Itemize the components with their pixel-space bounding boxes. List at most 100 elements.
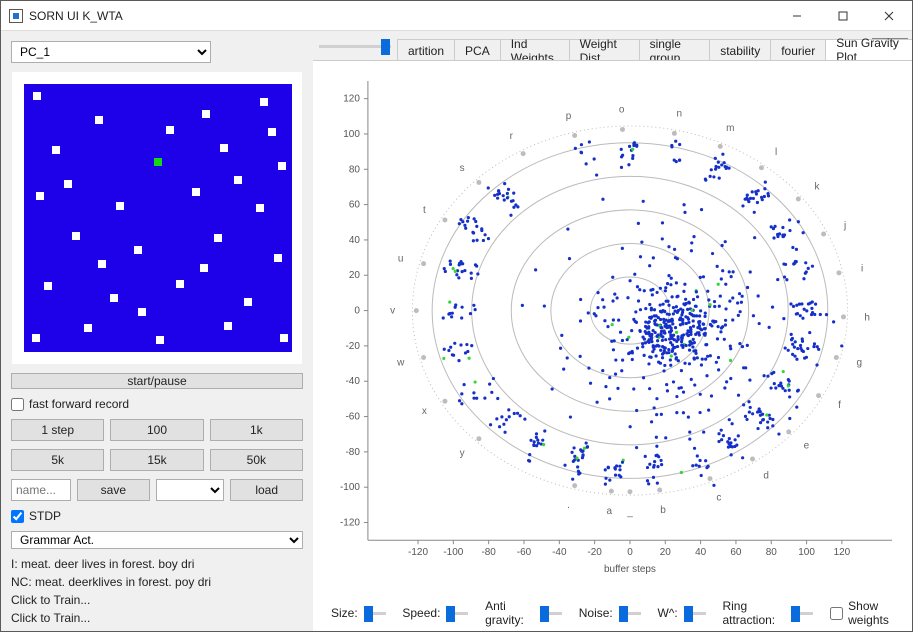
tab-fourier[interactable]: fourier xyxy=(770,39,826,60)
tab-artition[interactable]: artition xyxy=(397,39,455,60)
svg-text:v: v xyxy=(390,306,395,317)
mini-slider[interactable] xyxy=(540,612,562,615)
svg-text:y: y xyxy=(460,448,465,459)
show-weights-row[interactable]: Show weights xyxy=(830,599,902,627)
svg-text:t: t xyxy=(423,205,426,216)
tab-ind-weights[interactable]: Ind Weights xyxy=(500,39,570,60)
canvas-pixel xyxy=(268,128,276,136)
canvas-pixel xyxy=(36,192,44,200)
svg-text:-40: -40 xyxy=(552,547,567,558)
svg-text:120: 120 xyxy=(834,547,851,558)
svg-text:-40: -40 xyxy=(345,376,360,387)
status-lines: I: meat. deer lives in forest. boy driNC… xyxy=(11,557,303,625)
plot-area: -120-100-80-60-40-20020406080100120-120-… xyxy=(313,61,912,601)
canvas-pixel xyxy=(202,110,210,118)
ffwd-checkbox[interactable] xyxy=(11,398,24,411)
svg-text:u: u xyxy=(398,253,404,264)
svg-text:-60: -60 xyxy=(517,547,532,558)
control-label: Ring attraction: xyxy=(722,599,785,627)
step-button-1step[interactable]: 1 step xyxy=(11,419,104,441)
svg-text:.: . xyxy=(567,500,570,511)
canvas-pixel xyxy=(154,158,162,166)
tab-sun-gravity-plot[interactable]: Sun Gravity Plot xyxy=(825,39,912,60)
show-weights-checkbox[interactable] xyxy=(830,607,843,620)
svg-text:20: 20 xyxy=(349,270,361,281)
tab-weight-dist-[interactable]: Weight Dist. xyxy=(569,39,640,60)
svg-text:p: p xyxy=(566,111,572,122)
load-select[interactable] xyxy=(156,479,225,501)
canvas-pixel xyxy=(192,188,200,196)
control-label: Noise: xyxy=(579,606,613,620)
svg-text:120: 120 xyxy=(343,94,360,105)
minimize-button[interactable] xyxy=(774,1,820,31)
mini-slider[interactable] xyxy=(684,612,706,615)
canvas-pixel xyxy=(274,254,282,262)
svg-text:-60: -60 xyxy=(345,412,360,423)
titlebar: SORN UI K_WTA xyxy=(1,1,912,31)
activity-canvas xyxy=(24,84,292,352)
mini-slider[interactable] xyxy=(619,612,641,615)
step-button-15k[interactable]: 15k xyxy=(110,449,203,471)
activity-canvas-wrap xyxy=(11,71,303,365)
svg-text:0: 0 xyxy=(354,306,360,317)
svg-text:d: d xyxy=(763,471,769,482)
step-button-1k[interactable]: 1k xyxy=(210,419,303,441)
canvas-pixel xyxy=(52,146,60,154)
canvas-pixel xyxy=(33,92,41,100)
canvas-pixel xyxy=(278,162,286,170)
close-button[interactable] xyxy=(866,1,912,31)
canvas-pixel xyxy=(95,116,103,124)
save-button[interactable]: save xyxy=(77,479,150,501)
tab-single-group[interactable]: single group xyxy=(639,39,711,60)
stdp-checkbox[interactable] xyxy=(11,510,24,523)
svg-text:40: 40 xyxy=(349,235,361,246)
control-label: Speed: xyxy=(402,606,440,620)
ffwd-row[interactable]: fast forward record xyxy=(11,397,303,411)
canvas-pixel xyxy=(256,204,264,212)
step-button-5k[interactable]: 5k xyxy=(11,449,104,471)
canvas-pixel xyxy=(98,260,106,268)
canvas-pixel xyxy=(134,246,142,254)
canvas-pixel xyxy=(214,234,222,242)
step-button-100[interactable]: 100 xyxy=(110,419,203,441)
svg-text:e: e xyxy=(804,440,810,451)
maximize-button[interactable] xyxy=(820,1,866,31)
tab-strip: artitionPCAInd WeightsWeight Dist.single… xyxy=(313,31,912,61)
svg-text:100: 100 xyxy=(343,129,360,140)
svg-text:60: 60 xyxy=(349,200,361,211)
load-button[interactable]: load xyxy=(230,479,303,501)
top-slider[interactable] xyxy=(319,36,391,56)
canvas-pixel xyxy=(220,144,228,152)
mini-slider[interactable] xyxy=(791,612,813,615)
step-button-50k[interactable]: 50k xyxy=(210,449,303,471)
mini-slider[interactable] xyxy=(446,612,468,615)
sun-gravity-plot: -120-100-80-60-40-20020406080100120-120-… xyxy=(313,61,912,590)
canvas-pixel xyxy=(260,98,268,106)
pc-select[interactable]: PC_1 xyxy=(11,41,211,63)
canvas-pixel xyxy=(166,126,174,134)
ffwd-label: fast forward record xyxy=(29,397,129,411)
app-icon xyxy=(9,9,23,23)
tab-pca[interactable]: PCA xyxy=(454,39,501,60)
right-panel: artitionPCAInd WeightsWeight Dist.single… xyxy=(313,31,912,631)
svg-text:20: 20 xyxy=(660,547,672,558)
name-input[interactable] xyxy=(11,479,71,501)
canvas-pixel xyxy=(234,176,242,184)
start-pause-button[interactable]: start/pause xyxy=(11,373,303,389)
canvas-pixel xyxy=(224,322,232,330)
tab-stability[interactable]: stability xyxy=(709,39,771,60)
svg-text:0: 0 xyxy=(627,547,633,558)
status-line[interactable]: Click to Train... xyxy=(11,611,303,625)
svg-text:a: a xyxy=(606,506,612,517)
status-line: I: meat. deer lives in forest. boy dri xyxy=(11,557,303,571)
mini-slider[interactable] xyxy=(364,612,386,615)
status-line[interactable]: Click to Train... xyxy=(11,593,303,607)
stdp-row[interactable]: STDP xyxy=(11,509,303,523)
svg-text:-80: -80 xyxy=(345,447,360,458)
bottom-controls: Size:Speed:Anti gravity:Noise:W^:Ring at… xyxy=(313,601,912,631)
svg-text:-100: -100 xyxy=(340,482,360,493)
grammar-select[interactable]: Grammar Act. xyxy=(11,531,303,549)
svg-text:_: _ xyxy=(626,507,633,518)
canvas-pixel xyxy=(44,282,52,290)
svg-text:s: s xyxy=(460,163,465,174)
